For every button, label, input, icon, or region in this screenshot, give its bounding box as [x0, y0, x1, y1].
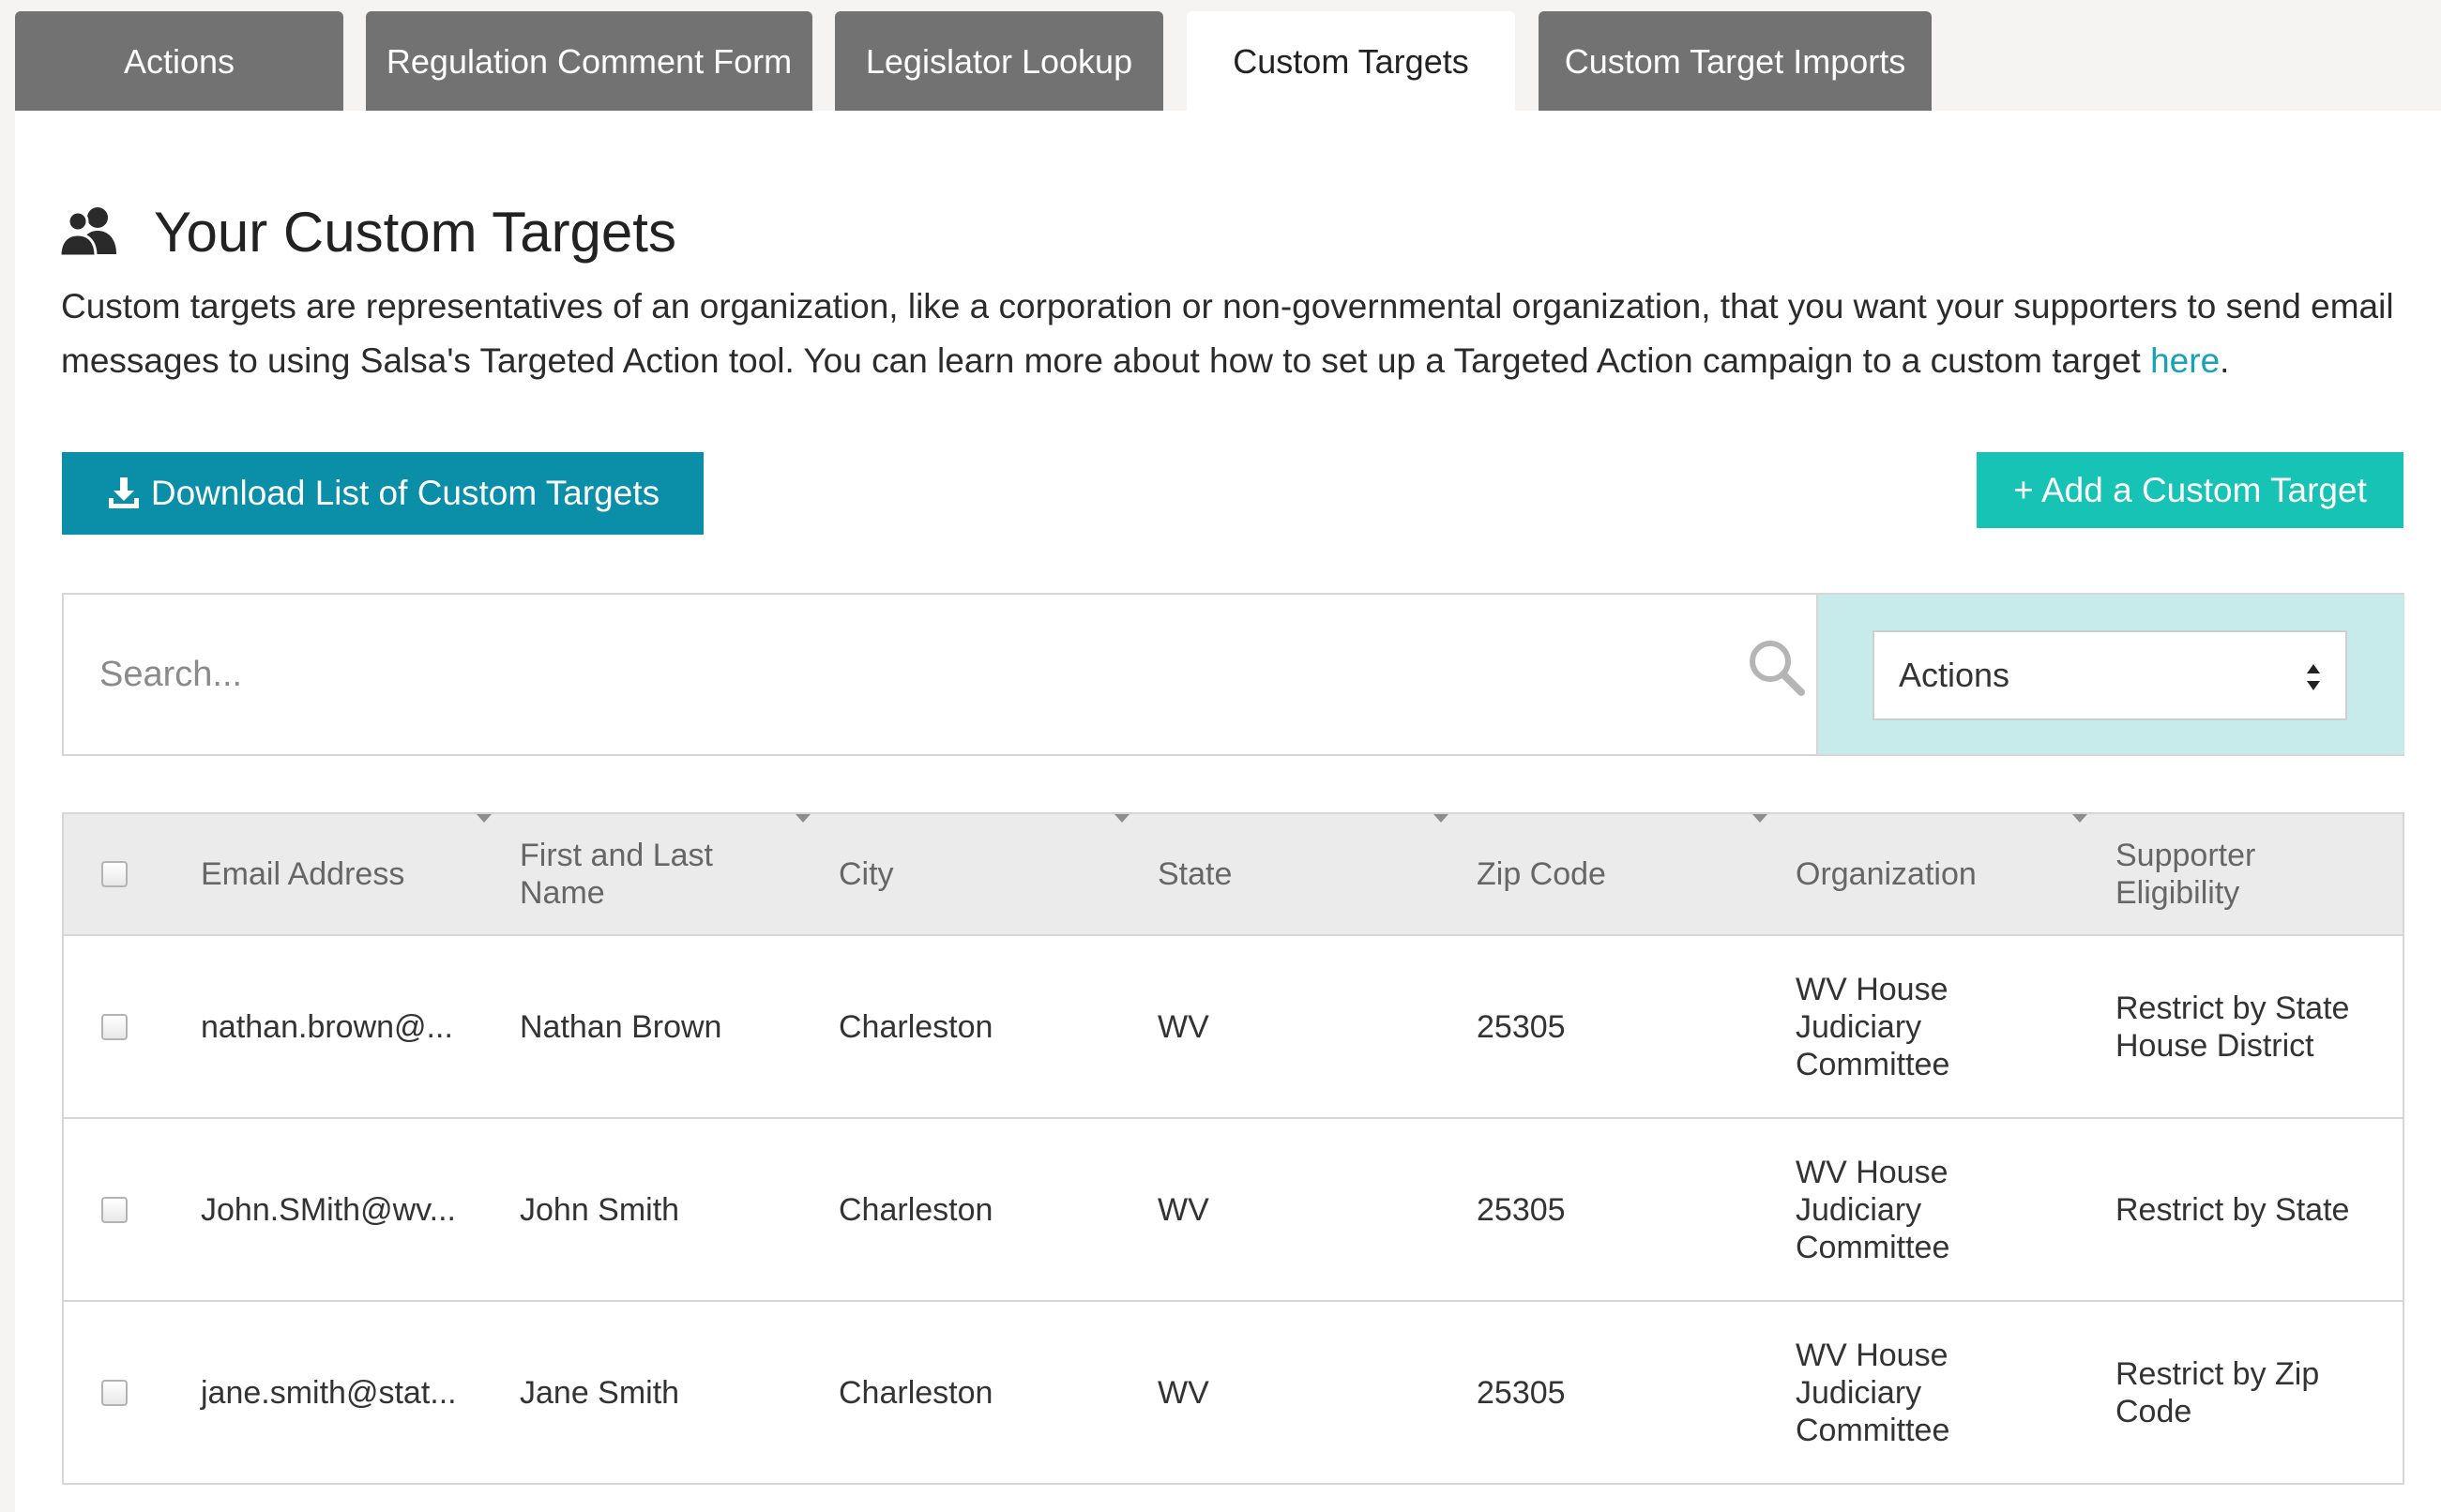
header-name[interactable]: First and Last Name	[520, 814, 754, 934]
select-arrows-icon	[2307, 664, 2320, 690]
cell-organization: WV House Judiciary Committee	[1796, 1154, 1950, 1265]
cell-eligibility: Restrict by State	[2115, 1191, 2350, 1228]
users-icon	[60, 207, 116, 258]
tab-custom-target-imports[interactable]: Custom Target Imports	[1539, 11, 1932, 113]
download-icon	[108, 477, 139, 508]
cell-city: Charleston	[839, 1374, 993, 1411]
cell-name: John Smith	[520, 1191, 680, 1228]
description-text: Custom targets are representatives of an…	[61, 287, 2394, 380]
learn-more-link[interactable]: here	[2150, 341, 2220, 380]
header-eligibility[interactable]: Supporter Eligibility	[2115, 814, 2303, 934]
download-list-button[interactable]: Download List of Custom Targets	[62, 452, 704, 535]
download-button-label: Download List of Custom Targets	[150, 474, 660, 512]
cell-city: Charleston	[839, 1008, 993, 1045]
cell-zip: 25305	[1477, 1374, 1566, 1411]
actions-panel: Actions	[1816, 595, 2404, 754]
search-input[interactable]	[64, 595, 1816, 754]
tab-legislator-lookup[interactable]: Legislator Lookup	[835, 11, 1163, 113]
row-checkbox[interactable]	[101, 1379, 128, 1406]
table-row[interactable]: John.SMith@wv... John Smith Charleston W…	[64, 1119, 2403, 1302]
search-icon[interactable]	[1747, 638, 1807, 698]
cell-organization: WV House Judiciary Committee	[1796, 971, 1950, 1082]
page-title: Your Custom Targets	[154, 200, 676, 264]
header-state[interactable]: State	[1158, 814, 1439, 934]
sort-indicator-icon[interactable]	[796, 814, 811, 823]
description-end: .	[2220, 341, 2230, 380]
add-custom-target-button[interactable]: + Add a Custom Target	[1977, 452, 2403, 528]
cell-city: Charleston	[839, 1191, 993, 1228]
cell-name: Jane Smith	[520, 1374, 680, 1411]
custom-targets-table: Email Address First and Last Name City S…	[62, 812, 2404, 1485]
tab-actions[interactable]: Actions	[15, 11, 343, 113]
cell-email: John.SMith@wv...	[201, 1191, 456, 1228]
actions-select[interactable]: Actions	[1872, 630, 2347, 720]
cell-state: WV	[1158, 1374, 1209, 1411]
cell-zip: 25305	[1477, 1191, 1566, 1228]
cell-email: jane.smith@stat...	[201, 1374, 457, 1411]
search-toolbar: Actions	[62, 593, 2404, 756]
header-organization[interactable]: Organization	[1796, 814, 2077, 934]
select-all-checkbox[interactable]	[101, 861, 128, 887]
cell-state: WV	[1158, 1191, 1209, 1228]
page-description: Custom targets are representatives of an…	[61, 280, 2406, 388]
cell-zip: 25305	[1477, 1008, 1566, 1045]
cell-eligibility: Restrict by State House District	[2115, 990, 2350, 1064]
table-header: Email Address First and Last Name City S…	[64, 814, 2403, 936]
table-row[interactable]: jane.smith@stat... Jane Smith Charleston…	[64, 1302, 2403, 1483]
cell-state: WV	[1158, 1008, 1209, 1045]
header-city[interactable]: City	[839, 814, 1120, 934]
header-zip[interactable]: Zip Code	[1477, 814, 1758, 934]
tab-regulation-comment-form[interactable]: Regulation Comment Form	[366, 11, 812, 113]
row-checkbox[interactable]	[101, 1013, 128, 1040]
actions-select-value: Actions	[1899, 656, 2010, 694]
row-checkbox[interactable]	[101, 1196, 128, 1223]
cell-eligibility: Restrict by Zip Code	[2115, 1355, 2320, 1429]
cell-email: nathan.brown@...	[201, 1008, 453, 1045]
table-row[interactable]: nathan.brown@... Nathan Brown Charleston…	[64, 936, 2403, 1119]
header-email[interactable]: Email Address	[201, 814, 482, 934]
add-button-label: + Add a Custom Target	[2013, 470, 2367, 509]
cell-name: Nathan Brown	[520, 1008, 722, 1045]
cell-organization: WV House Judiciary Committee	[1796, 1337, 1950, 1448]
main-panel: Your Custom Targets Custom targets are r…	[15, 111, 2441, 1512]
tab-custom-targets[interactable]: Custom Targets	[1187, 11, 1515, 113]
page-heading: Your Custom Targets	[60, 189, 676, 274]
